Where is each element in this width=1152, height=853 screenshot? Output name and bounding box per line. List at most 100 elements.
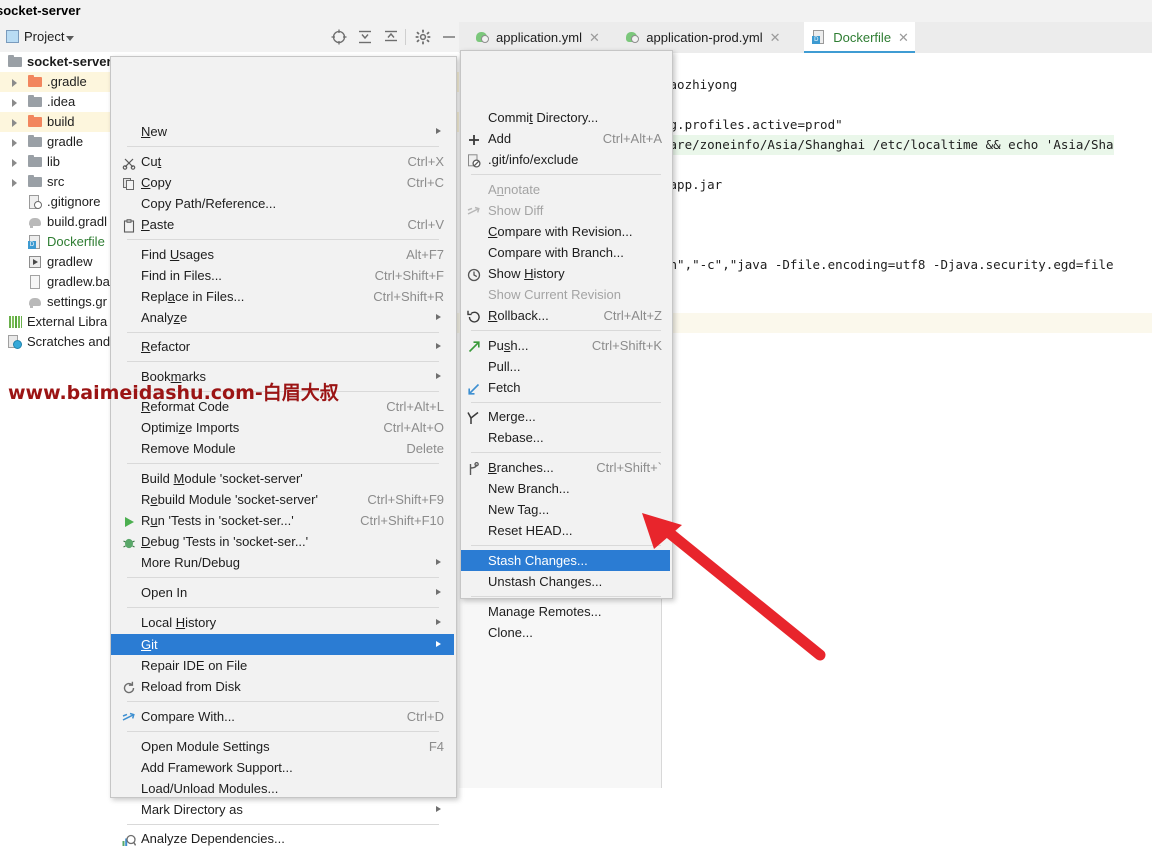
menu-item-open-module-settings[interactable]: Open Module Settings F4 [111,736,454,757]
menu-item-new-tag[interactable]: New Tag... [461,499,670,520]
menu-item-label: New Branch... [488,481,570,496]
chevron-right-icon[interactable] [12,179,17,187]
menu-item-load-unload-modules[interactable]: Load/Unload Modules... [111,778,454,799]
menu-item-add-framework-support[interactable]: Add Framework Support... [111,757,454,778]
editor-tab-dockerfile[interactable]: Dockerfile✕ [804,22,915,53]
locate-icon[interactable] [330,28,348,46]
menu-item-copy[interactable]: Copy Ctrl+C [111,172,454,193]
hide-window-icon[interactable] [440,28,458,46]
menu-item-branches[interactable]: Branches... Ctrl+Shift+` [461,457,670,478]
menu-item-cut[interactable]: Cut Ctrl+X [111,151,454,172]
menu-item-label: Branches... [488,460,554,475]
menu-item-clone[interactable]: Clone... [461,622,670,643]
expand-all-icon[interactable] [356,28,374,46]
menu-item-new-branch[interactable]: New Branch... [461,478,670,499]
folder-orange-icon [28,75,43,89]
editor-tab-application-yml[interactable]: application.yml ✕ [467,22,606,53]
menu-item-remove-module[interactable]: Remove Module Delete [111,438,454,459]
menu-item-manage-remotes[interactable]: Manage Remotes... [461,601,670,622]
menu-item-debug-tests-in-socket-ser[interactable]: Debug 'Tests in 'socket-ser...' [111,531,454,552]
chevron-right-icon [436,128,441,134]
close-icon[interactable]: ✕ [582,30,600,45]
menu-item-reset-head[interactable]: Reset HEAD... [461,520,670,541]
menu-item-git[interactable]: Git [111,634,454,655]
menu-separator [471,596,661,597]
tree-item-label: External Libra [27,314,108,329]
menu-item-add[interactable]: Add Ctrl+Alt+A [461,128,670,149]
menu-item-merge[interactable]: Merge... [461,406,670,427]
chevron-right-icon[interactable] [12,159,17,167]
menu-item-replace-in-files[interactable]: Replace in Files... Ctrl+Shift+R [111,286,454,307]
menu-item-optimize-imports[interactable]: Optimize Imports Ctrl+Alt+O [111,417,454,438]
menu-item-show-history[interactable]: Show History [461,263,670,284]
git-submenu[interactable]: Commit Directory... Add Ctrl+Alt+A .git/inf… [460,50,673,640]
menu-item-new[interactable]: New [111,121,454,142]
editor-tab-label: Dockerfile [833,30,892,45]
menu-item-label: Show Current Revision [488,287,621,302]
menu-item-repair-ide-on-file[interactable]: Repair IDE on File [111,655,454,676]
project-context-menu[interactable]: New Cut Ctrl+X Copy Ctrl+C Copy Path/Referenc… [110,56,457,846]
menu-item-more-run-debug[interactable]: More Run/Debug [111,552,454,573]
chevron-right-icon[interactable] [12,119,17,127]
menu-item-label: Load/Unload Modules... [141,781,279,796]
menu-item-show-current-revision[interactable]: Show Current Revision [461,284,670,305]
chevron-right-icon [436,641,441,647]
menu-item-compare-with-branch[interactable]: Compare with Branch... [461,242,670,263]
tree-item-label: .idea [47,94,76,109]
menu-item-build-module-socket-server[interactable]: Build Module 'socket-server' [111,468,454,489]
menu-item-label: New Tag... [488,502,550,517]
menu-item-stash-changes[interactable]: Stash Changes... [461,550,670,571]
gradle-icon [28,215,43,229]
menu-item-shortcut: F4 [428,739,444,754]
gradle-icon [28,295,43,309]
editor-code[interactable]: khaozhiyongng.profiles.active=prod"hare/… [662,53,1152,788]
menu-item-find-in-files[interactable]: Find in Files... Ctrl+Shift+F [111,265,454,286]
chevron-right-icon [436,314,441,320]
menu-item-git-info-exclude[interactable]: .git/info/exclude [461,149,670,170]
close-icon[interactable]: ✕ [763,30,781,45]
menu-item-rebase[interactable]: Rebase... [461,427,670,448]
menu-item-pull[interactable]: Pull... [461,356,670,377]
gear-icon[interactable] [414,28,432,46]
chevron-right-icon[interactable] [12,99,17,107]
menu-item-unstash-changes[interactable]: Unstash Changes... [461,571,670,592]
chevron-right-icon [436,373,441,379]
menu-item-analyze[interactable]: Analyze [111,307,454,328]
menu-item-local-history[interactable]: Local History [111,612,454,633]
folder-icon [28,175,43,189]
menu-item-refactor[interactable]: Refactor [111,336,454,357]
menu-item-analyze-dependencies[interactable]: Analyze Dependencies... [111,828,454,849]
tree-item-label: build [47,114,75,129]
menu-item-fetch[interactable]: Fetch [461,377,670,398]
menu-item-shortcut: Ctrl+C [406,175,444,190]
menu-item-compare-with-revision[interactable]: Compare with Revision... [461,221,670,242]
chevron-right-icon[interactable] [12,79,17,87]
menu-item-find-usages[interactable]: Find Usages Alt+F7 [111,244,454,265]
menu-item-copy-path-reference[interactable]: Copy Path/Reference... [111,193,454,214]
menu-item-paste[interactable]: Paste Ctrl+V [111,214,454,235]
menu-item-push[interactable]: Push... Ctrl+Shift+K [461,335,670,356]
menu-item-compare-with[interactable]: Compare With... Ctrl+D [111,706,454,727]
menu-item-label: Copy Path/Reference... [141,196,277,211]
menu-item-open-in[interactable]: Open In [111,582,454,603]
collapse-all-icon[interactable] [382,28,400,46]
menu-item-label: Compare With... [141,709,235,724]
close-icon[interactable]: ✕ [891,30,909,45]
menu-item-mark-directory-as[interactable]: Mark Directory as [111,799,454,820]
menu-item-rebuild-module-socket-server[interactable]: Rebuild Module 'socket-server' Ctrl+Shift… [111,489,454,510]
module-icon [8,55,23,69]
menu-item-annotate[interactable]: Annotate [461,179,670,200]
menu-separator [127,824,439,825]
menu-item-label: .git/info/exclude [488,152,579,167]
menu-separator [127,239,439,240]
menu-item-show-diff[interactable]: Show Diff [461,200,670,221]
menu-item-label: Replace in Files... [141,289,245,304]
chevron-right-icon[interactable] [12,139,17,147]
tree-item-label: Dockerfile [47,234,105,249]
chevron-down-icon[interactable] [66,36,74,41]
editor-tab-application-prod-yml[interactable]: application-prod.yml ✕ [617,22,786,53]
menu-item-run-tests-in-socket-ser[interactable]: Run 'Tests in 'socket-ser...' Ctrl+Shift+… [111,510,454,531]
menu-item-rollback[interactable]: Rollback... Ctrl+Alt+Z [461,305,670,326]
menu-item-reload-from-disk[interactable]: Reload from Disk [111,676,454,697]
menu-item-commit-directory[interactable]: Commit Directory... [461,107,670,128]
